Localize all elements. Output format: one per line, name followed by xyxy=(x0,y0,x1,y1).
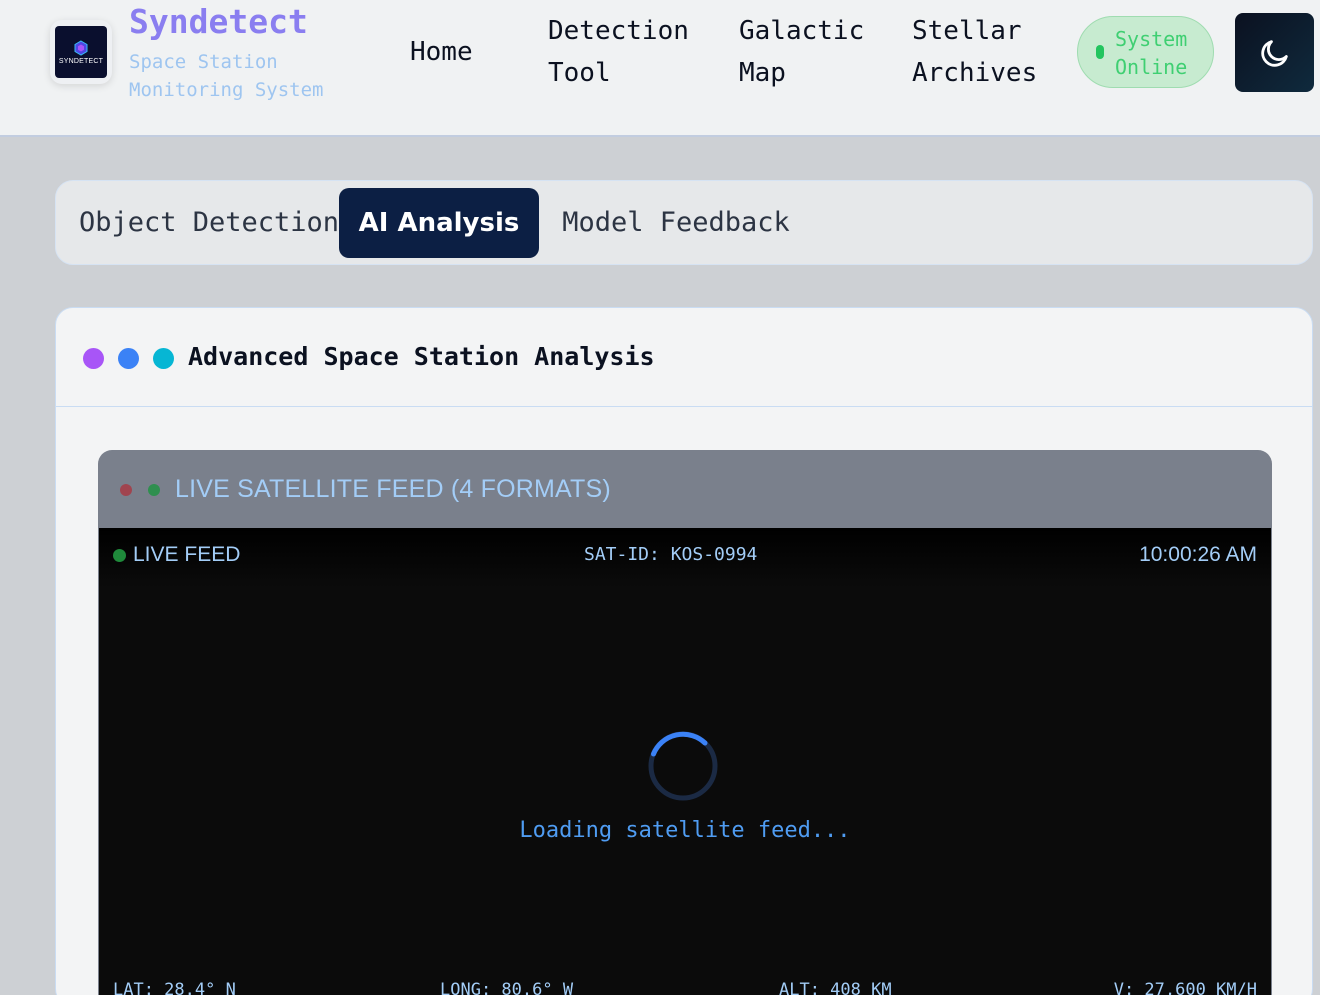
logo-text: SYNDETECT xyxy=(58,57,104,65)
nav-galactic-map[interactable]: Galactic Map xyxy=(739,10,864,94)
nav-home[interactable]: Home xyxy=(410,31,473,73)
velocity-readout: V: 27,600 KM/H xyxy=(1113,980,1257,995)
live-indicator-dot xyxy=(113,549,126,562)
longitude-readout: LONG: 80.6° W xyxy=(440,980,574,995)
status-line2: Online xyxy=(1115,55,1188,79)
analysis-tabs: Object Detection AI Analysis Model Feedb… xyxy=(55,180,1313,265)
green-dot xyxy=(148,484,160,496)
status-line1: System xyxy=(1115,27,1188,51)
altitude-readout: ALT: 408 KM xyxy=(779,980,892,995)
nav-detection-tool[interactable]: Detection Tool xyxy=(548,10,689,94)
logo-mark: SYNDETECT xyxy=(55,26,107,78)
feed-title: LIVE SATELLITE FEED (4 FORMATS) xyxy=(175,475,611,503)
theme-toggle-button[interactable] xyxy=(1235,13,1314,92)
purple-dot xyxy=(83,348,104,369)
live-feed-label: LIVE FEED xyxy=(133,543,241,566)
moon-icon xyxy=(1260,39,1288,67)
satellite-feed-card: LIVE SATELLITE FEED (4 FORMATS) LIVE FEE… xyxy=(98,450,1272,995)
analysis-panel: Advanced Space Station Analysis LIVE SAT… xyxy=(55,307,1313,995)
panel-header: Advanced Space Station Analysis xyxy=(56,308,1312,407)
red-dot xyxy=(120,484,132,496)
tab-ai-analysis[interactable]: AI Analysis xyxy=(339,188,539,258)
status-indicator-dot xyxy=(1096,45,1104,59)
loading-message: Loading satellite feed... xyxy=(519,818,851,843)
nav-stellar-archives-line1: Stellar xyxy=(912,16,1022,46)
nav-detection-tool-line1: Detection xyxy=(548,16,689,46)
hexagon-icon xyxy=(74,39,88,56)
nav-stellar-archives-line2: Archives xyxy=(912,58,1038,88)
nav-detection-tool-line2: Tool xyxy=(548,58,611,88)
nav-galactic-map-line2: Map xyxy=(739,58,786,88)
brand-title[interactable]: Syndetect xyxy=(129,2,308,41)
satellite-id: SAT-ID: KOS-0994 xyxy=(584,544,758,565)
top-header: SYNDETECT Syndetect Space Station Monito… xyxy=(0,0,1320,137)
feed-topbar: LIVE FEED SAT-ID: KOS-0994 10:00:26 AM xyxy=(99,528,1271,588)
feed-clock: 10:00:26 AM xyxy=(1139,543,1257,566)
latitude-readout: LAT: 28.4° N xyxy=(113,980,236,995)
tab-model-feedback[interactable]: Model Feedback xyxy=(556,188,796,258)
nav-stellar-archives[interactable]: Stellar Archives xyxy=(912,10,1037,94)
brand-logo[interactable]: SYNDETECT xyxy=(50,20,112,84)
blue-dot xyxy=(118,348,139,369)
system-status-badge: System Online xyxy=(1077,16,1214,88)
status-text: System Online xyxy=(1115,25,1187,81)
nav-galactic-map-line1: Galactic xyxy=(739,16,865,46)
feed-screen[interactable]: LIVE FEED SAT-ID: KOS-0994 10:00:26 AM L… xyxy=(99,528,1271,995)
brand-subtitle: Space Station Monitoring System xyxy=(129,51,324,101)
tab-object-detection[interactable]: Object Detection xyxy=(74,188,344,258)
cyan-dot xyxy=(153,348,174,369)
panel-title: Advanced Space Station Analysis xyxy=(188,342,655,371)
loading-spinner-icon xyxy=(648,731,718,801)
